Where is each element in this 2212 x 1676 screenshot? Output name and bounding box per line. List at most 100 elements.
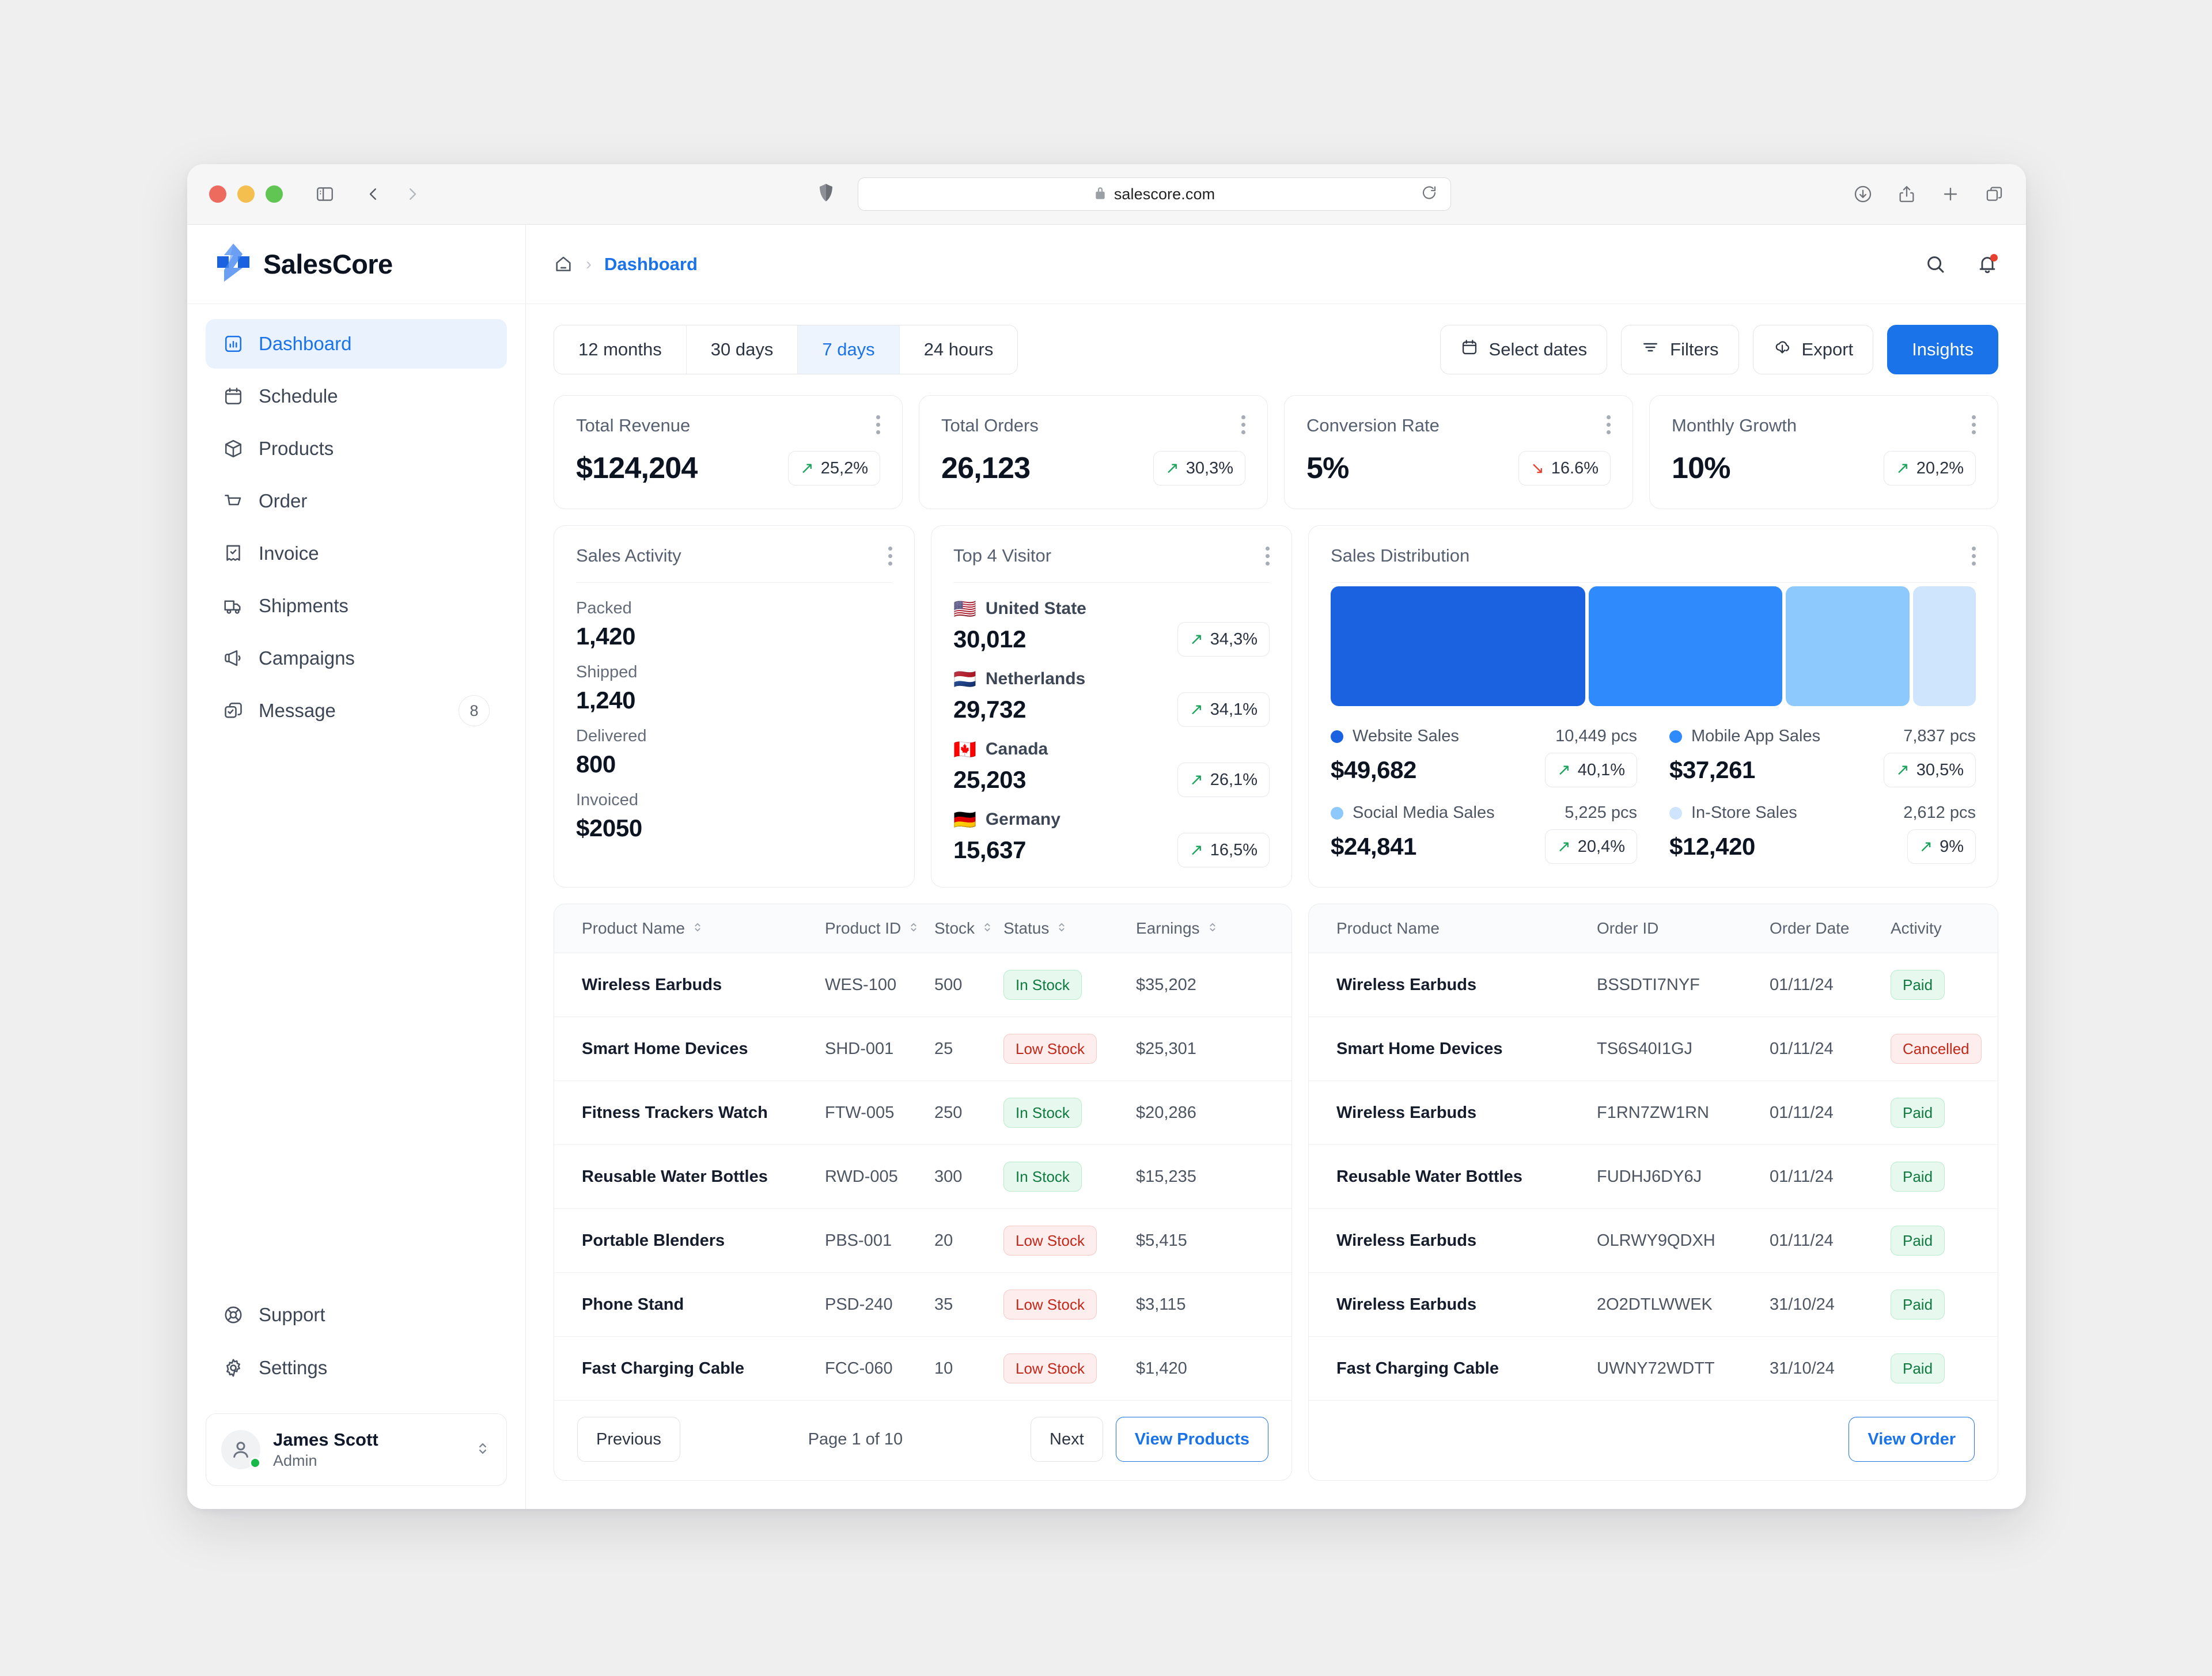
sidebar-item-products[interactable]: Products — [206, 424, 507, 473]
message-badge: 8 — [459, 695, 490, 726]
sidebar-item-message[interactable]: Message 8 — [206, 686, 507, 735]
bell-icon[interactable] — [1976, 253, 1998, 275]
download-icon[interactable] — [1853, 184, 1873, 204]
cell-order-id: BSSDTI7NYF — [1597, 953, 1770, 1017]
visitor-row: 🇨🇦Canada 25,203 ↗26,1% — [953, 740, 1270, 797]
select-dates-button[interactable]: Select dates — [1440, 325, 1608, 374]
close-window-button[interactable] — [209, 185, 226, 203]
column-status[interactable]: Status — [1003, 904, 1136, 953]
kebab-menu-icon[interactable] — [888, 547, 892, 566]
gear-icon — [223, 1358, 244, 1378]
kebab-menu-icon[interactable] — [1241, 415, 1245, 434]
status-badge: Low Stock — [1003, 1034, 1097, 1064]
kebab-menu-icon[interactable] — [1972, 547, 1976, 566]
table-row[interactable]: Reusable Water BottlesRWD-005300In Stock… — [554, 1145, 1291, 1209]
kebab-menu-icon[interactable] — [1266, 547, 1270, 566]
toolbar-actions: Select dates Filters Export Insights — [1440, 325, 1998, 374]
arrow-up-icon: ↗ — [1190, 631, 1203, 647]
range-12-months[interactable]: 12 months — [554, 325, 687, 374]
cell-order-id: 2O2DTLWWEK — [1597, 1273, 1770, 1337]
table-row[interactable]: Wireless EarbudsOLRWY9QDXH01/11/24Paid — [1309, 1209, 1998, 1273]
new-tab-icon[interactable] — [1941, 184, 1960, 204]
table-row[interactable]: Wireless EarbudsWES-100500In Stock$35,20… — [554, 953, 1291, 1017]
cell-activity: Paid — [1891, 1081, 1998, 1145]
visitor-country: Canada — [986, 740, 1048, 759]
sidebar-item-shipments[interactable]: Shipments — [206, 581, 507, 631]
column-product-name[interactable]: Product Name — [554, 904, 825, 953]
sidebar-item-campaigns[interactable]: Campaigns — [206, 634, 507, 683]
tab-overview-icon[interactable] — [1984, 184, 2004, 204]
sidebar-item-order[interactable]: Order — [206, 476, 507, 526]
chevron-updown-icon[interactable] — [474, 1439, 491, 1461]
sidebar-item-dashboard[interactable]: Dashboard — [206, 319, 507, 369]
legend-delta-badge: ↗30,5% — [1884, 753, 1976, 787]
table-row[interactable]: Wireless EarbudsBSSDTI7NYF01/11/24Paid — [1309, 953, 1998, 1017]
previous-page-button[interactable]: Previous — [577, 1417, 680, 1462]
user-profile-card[interactable]: James Scott Admin — [206, 1413, 507, 1486]
kebab-menu-icon[interactable] — [1607, 415, 1611, 434]
legend-item-website: Website Sales10,449 pcs $49,682 ↗40,1% — [1331, 727, 1637, 787]
column-stock[interactable]: Stock — [934, 904, 1003, 953]
view-order-button[interactable]: View Order — [1849, 1417, 1975, 1462]
activity-label: Delivered — [576, 727, 892, 746]
user-name: James Scott — [273, 1429, 378, 1451]
column-product-id[interactable]: Product ID — [825, 904, 934, 953]
cell-earnings: $3,115 — [1136, 1273, 1291, 1337]
column-order-id: Order ID — [1597, 904, 1770, 953]
table-row[interactable]: Fitness Trackers WatchFTW-005250In Stock… — [554, 1081, 1291, 1145]
filters-button[interactable]: Filters — [1621, 325, 1738, 374]
cell-product-id: RWD-005 — [825, 1145, 934, 1209]
table-row[interactable]: Smart Home DevicesSHD-00125Low Stock$25,… — [554, 1017, 1291, 1081]
sidebar-item-settings[interactable]: Settings — [206, 1343, 507, 1393]
sidebar-item-support[interactable]: Support — [206, 1290, 507, 1340]
cell-product-id: SHD-001 — [825, 1017, 934, 1081]
visitor-delta: 34,1% — [1210, 700, 1257, 719]
reload-icon[interactable] — [1421, 184, 1438, 204]
forward-button[interactable] — [404, 185, 421, 203]
activity-label: Packed — [576, 599, 892, 618]
sales-distribution-panel: Sales Distribution Website Sa — [1308, 525, 1998, 888]
export-button[interactable]: Export — [1753, 325, 1874, 374]
visitor-delta-badge: ↗26,1% — [1177, 763, 1270, 797]
window-controls[interactable] — [209, 185, 283, 203]
table-row[interactable]: Fast Charging CableFCC-06010Low Stock$1,… — [554, 1337, 1291, 1401]
kebab-menu-icon[interactable] — [1972, 415, 1976, 434]
minimize-window-button[interactable] — [237, 185, 255, 203]
table-row[interactable]: Fast Charging CableUWNY72WDTT31/10/24Pai… — [1309, 1337, 1998, 1401]
insights-button[interactable]: Insights — [1887, 325, 1998, 374]
visitor-country: United State — [986, 599, 1086, 619]
next-page-button[interactable]: Next — [1031, 1417, 1103, 1462]
brand[interactable]: SalesCore — [187, 225, 525, 304]
activity-label: Shipped — [576, 663, 892, 682]
view-products-button[interactable]: View Products — [1116, 1417, 1268, 1462]
breadcrumb-current[interactable]: Dashboard — [604, 254, 698, 275]
range-7-days[interactable]: 7 days — [798, 325, 899, 374]
maximize-window-button[interactable] — [266, 185, 283, 203]
range-30-days[interactable]: 30 days — [687, 325, 798, 374]
home-icon[interactable] — [554, 255, 573, 274]
shield-icon[interactable] — [817, 183, 835, 206]
lock-icon — [1094, 185, 1107, 203]
sidebar-item-schedule[interactable]: Schedule — [206, 371, 507, 421]
search-icon[interactable] — [1925, 253, 1946, 275]
table-row[interactable]: Portable BlendersPBS-00120Low Stock$5,41… — [554, 1209, 1291, 1273]
kebab-menu-icon[interactable] — [876, 415, 880, 434]
range-24-hours[interactable]: 24 hours — [900, 325, 1018, 374]
table-row[interactable]: Wireless Earbuds2O2DTLWWEK31/10/24Paid — [1309, 1273, 1998, 1337]
sidebar-item-invoice[interactable]: Invoice — [206, 529, 507, 578]
arrow-up-icon: ↗ — [1165, 460, 1179, 476]
activity-value: 1,420 — [576, 623, 892, 650]
cell-stock: 25 — [934, 1017, 1003, 1081]
table-row[interactable]: Reusable Water BottlesFUDHJ6DY6J01/11/24… — [1309, 1145, 1998, 1209]
table-row[interactable]: Smart Home DevicesTS6S40I1GJ01/11/24Canc… — [1309, 1017, 1998, 1081]
activity-badge: Paid — [1891, 1098, 1945, 1128]
table-row[interactable]: Phone StandPSD-24035Low Stock$3,115 — [554, 1273, 1291, 1337]
sidebar-toggle-icon[interactable] — [315, 184, 335, 204]
share-icon[interactable] — [1897, 184, 1916, 204]
legend-pcs: 10,449 pcs — [1555, 727, 1637, 746]
column-earnings[interactable]: Earnings — [1136, 904, 1291, 953]
visitor-delta: 26,1% — [1210, 771, 1257, 790]
back-button[interactable] — [365, 185, 382, 203]
table-row[interactable]: Wireless EarbudsF1RN7ZW1RN01/11/24Paid — [1309, 1081, 1998, 1145]
address-bar[interactable]: salescore.com — [858, 177, 1451, 211]
